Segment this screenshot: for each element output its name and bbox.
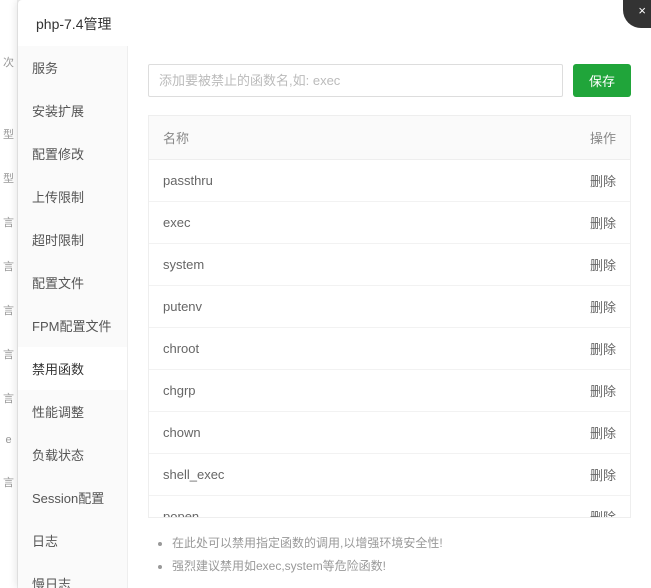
sidebar-item-label: 安装扩展 (32, 104, 84, 119)
main-panel: 保存 名称 操作 passthru 删除 exec 删除 system 删除 putenv 删… (128, 46, 651, 588)
sidebar-item[interactable]: FPM配置文件 (18, 304, 127, 347)
save-button[interactable]: 保存 (573, 64, 631, 97)
action-cell: 删除 (449, 370, 630, 412)
sidebar-item[interactable]: 配置修改 (18, 132, 127, 175)
table-row: chown 删除 (149, 412, 630, 454)
table-row: popen 删除 (149, 496, 630, 518)
table-header-row: 名称 操作 (149, 116, 630, 160)
delete-link[interactable]: 删除 (590, 468, 616, 483)
sidebar-item[interactable]: 超时限制 (18, 218, 127, 261)
delete-link[interactable]: 删除 (590, 510, 616, 517)
dialog-body: 服务安装扩展配置修改上传限制超时限制配置文件 FPM配置文件禁用函数性能调整负载状… (18, 46, 651, 588)
table-row: shell_exec 删除 (149, 454, 630, 496)
delete-link[interactable]: 删除 (590, 426, 616, 441)
sidebar-item-label: 配置修改 (32, 147, 84, 162)
sidebar-item[interactable]: 慢日志 (18, 562, 127, 588)
action-cell: 删除 (449, 244, 630, 286)
function-name-cell: chgrp (149, 370, 449, 412)
function-name-cell: passthru (149, 160, 449, 202)
sidebar-item-label: 日志 (32, 534, 58, 549)
function-name-cell: chroot (149, 328, 449, 370)
sidebar-item[interactable]: 上传限制 (18, 175, 127, 218)
function-name-cell: putenv (149, 286, 449, 328)
col-action-header: 操作 (449, 116, 630, 160)
table-row: passthru 删除 (149, 160, 630, 202)
table-scroll-area[interactable]: 名称 操作 passthru删除exec删除system删除putenv删除ch… (149, 116, 630, 517)
disabled-functions-table-wrapper: 名称 操作 passthru删除exec删除system删除putenv删除ch… (148, 115, 631, 518)
background-panel: 次型型言言言言言e言 (0, 0, 18, 588)
function-name-cell: chown (149, 412, 449, 454)
close-icon: × (638, 3, 646, 18)
sidebar-item-label: FPM配置文件 (32, 319, 111, 334)
function-name-cell: exec (149, 202, 449, 244)
action-cell: 删除 (449, 202, 630, 244)
function-name-cell: popen (149, 496, 449, 518)
table-row: chroot 删除 (149, 328, 630, 370)
sidebar-item[interactable]: 禁用函数 (18, 347, 127, 390)
function-name-input[interactable] (148, 64, 563, 97)
sidebar-item-label: 超时限制 (32, 233, 84, 248)
sidebar-item-label: 性能调整 (32, 405, 84, 420)
delete-link[interactable]: 删除 (590, 342, 616, 357)
delete-link[interactable]: 删除 (590, 216, 616, 231)
sidebar-item-label: 负载状态 (32, 448, 84, 463)
sidebar-item-label: 配置文件 (32, 276, 84, 291)
tip-item: 在此处可以禁用指定函数的调用,以增强环境安全性! (172, 532, 631, 555)
function-name-cell: shell_exec (149, 454, 449, 496)
action-cell: 删除 (449, 454, 630, 496)
sidebar-item[interactable]: 安装扩展 (18, 89, 127, 132)
action-cell: 删除 (449, 160, 630, 202)
sidebar-item-label: 上传限制 (32, 190, 84, 205)
sidebar-item-label: Session配置 (32, 491, 104, 506)
sidebar-item-label: 服务 (32, 61, 58, 76)
disabled-functions-table: 名称 操作 passthru删除exec删除system删除putenv删除ch… (149, 116, 630, 517)
delete-link[interactable]: 删除 (590, 174, 616, 189)
action-cell: 删除 (449, 328, 630, 370)
col-name-header: 名称 (149, 116, 449, 160)
sidebar-item[interactable]: 负载状态 (18, 433, 127, 476)
sidebar: 服务安装扩展配置修改上传限制超时限制配置文件 FPM配置文件禁用函数性能调整负载状… (18, 46, 128, 588)
tips-list: 在此处可以禁用指定函数的调用,以增强环境安全性!强烈建议禁用如exec,syst… (148, 532, 631, 578)
sidebar-item[interactable]: 服务 (18, 46, 127, 89)
table-row: system 删除 (149, 244, 630, 286)
table-row: putenv 删除 (149, 286, 630, 328)
action-cell: 删除 (449, 496, 630, 518)
function-name-cell: system (149, 244, 449, 286)
action-cell: 删除 (449, 286, 630, 328)
add-function-bar: 保存 (148, 64, 631, 97)
sidebar-item-label: 慢日志 (32, 577, 71, 588)
action-cell: 删除 (449, 412, 630, 454)
sidebar-item[interactable]: 配置文件 (18, 261, 127, 304)
delete-link[interactable]: 删除 (590, 300, 616, 315)
delete-link[interactable]: 删除 (590, 384, 616, 399)
sidebar-item-label: 禁用函数 (32, 362, 84, 377)
delete-link[interactable]: 删除 (590, 258, 616, 273)
tip-item: 强烈建议禁用如exec,system等危险函数! (172, 555, 631, 578)
sidebar-item[interactable]: 性能调整 (18, 390, 127, 433)
sidebar-item[interactable]: Session配置 (18, 476, 127, 519)
table-row: exec 删除 (149, 202, 630, 244)
php-manage-dialog: × php-7.4管理 服务安装扩展配置修改上传限制超时限制配置文件 FPM配置文… (18, 0, 651, 588)
dialog-title: php-7.4管理 (18, 0, 651, 46)
table-row: chgrp 删除 (149, 370, 630, 412)
sidebar-item[interactable]: 日志 (18, 519, 127, 562)
